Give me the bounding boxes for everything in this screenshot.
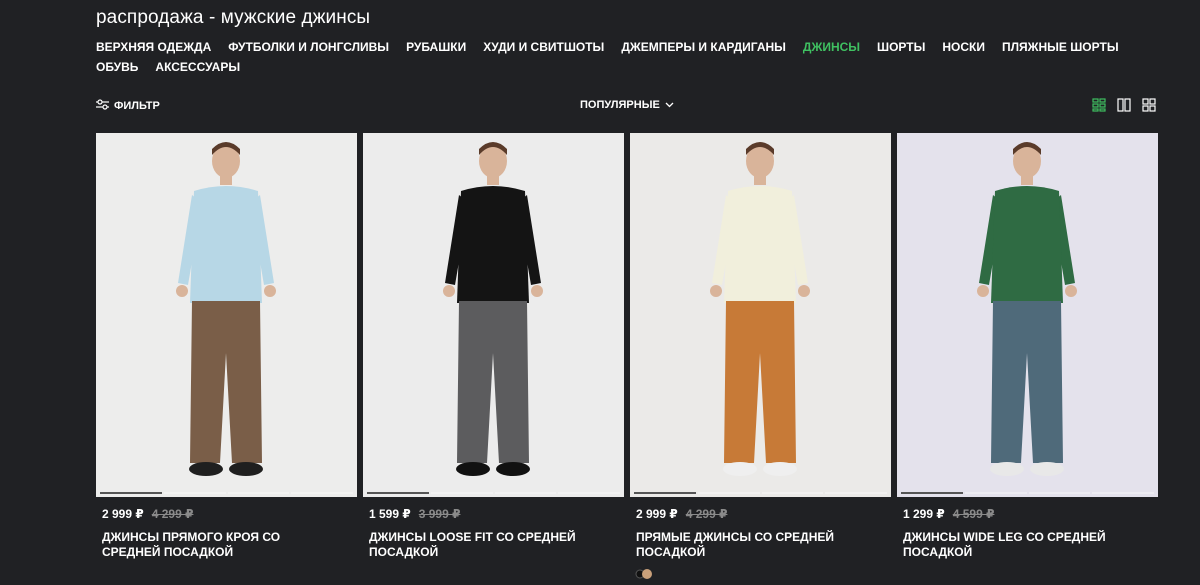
model-shoe-right (229, 462, 263, 476)
chevron-down-icon (665, 99, 674, 111)
photo-slide-indicator (901, 492, 1154, 494)
slide-bar (163, 492, 226, 494)
product-grid: 2 999 ₽ 4 299 ₽ ДЖИНСЫ ПРЯМОГО КРОЯ СО СРЕ… (96, 133, 1158, 560)
product-photo[interactable] (630, 133, 891, 497)
product-photo[interactable] (96, 133, 357, 497)
model-neck (487, 175, 499, 185)
model-shoe-left (456, 462, 490, 476)
pager-dot-active (642, 569, 652, 579)
model-shoe-right (1030, 462, 1064, 476)
page-title: распродажа - мужские джинсы (96, 7, 371, 28)
slide-bar (100, 492, 162, 494)
model-neck (220, 175, 232, 185)
sliders-icon (96, 99, 109, 113)
category-link[interactable]: ХУДИ И СВИТШОТЫ (483, 40, 604, 54)
model-illustration (363, 133, 624, 497)
slide-bar (558, 492, 620, 494)
filter-button[interactable]: ФИЛЬТР (96, 99, 160, 113)
current-price: 2 999 ₽ (102, 507, 144, 521)
category-link[interactable]: ДЖЕМПЕРЫ И КАРДИГАНЫ (621, 40, 786, 54)
model-shoe-left (723, 462, 757, 476)
product-card[interactable]: 1 299 ₽ 4 599 ₽ ДЖИНСЫ WIDE LEG СО СРЕДНЕЙ… (897, 133, 1158, 560)
slide-bar (227, 492, 290, 494)
photo-slide-indicator (367, 492, 620, 494)
slide-bar (291, 492, 353, 494)
product-name[interactable]: ДЖИНСЫ WIDE LEG СО СРЕДНЕЙ ПОСАДКОЙ (897, 530, 1142, 560)
category-link[interactable]: ФУТБОЛКИ И ЛОНГСЛИВЫ (228, 40, 389, 54)
model-shoe-left (990, 462, 1024, 476)
current-price: 1 599 ₽ (369, 507, 411, 521)
model-hand-right (798, 285, 810, 297)
current-price: 2 999 ₽ (636, 507, 678, 521)
slide-bar (430, 492, 493, 494)
price-row: 2 999 ₽ 4 299 ₽ (630, 507, 891, 521)
grid-small-icon[interactable] (1142, 98, 1156, 112)
category-nav: ВЕРХНЯЯ ОДЕЖДА ФУТБОЛКИ И ЛОНГСЛИВЫ РУБАШК… (96, 40, 1156, 74)
model-top (991, 186, 1063, 303)
product-card[interactable]: 2 999 ₽ 4 299 ₽ ПРЯМЫЕ ДЖИНСЫ СО СРЕДНЕЙ П… (630, 133, 891, 560)
model-neck (1021, 175, 1033, 185)
category-link[interactable]: ПЛЯЖНЫЕ ШОРТЫ (1002, 40, 1119, 54)
model-top (190, 186, 262, 303)
slide-bar (494, 492, 557, 494)
model-hand-left (443, 285, 455, 297)
product-card[interactable]: 2 999 ₽ 4 299 ₽ ДЖИНСЫ ПРЯМОГО КРОЯ СО СРЕ… (96, 133, 357, 560)
slide-bar (964, 492, 1027, 494)
carousel-pager (635, 567, 653, 579)
model-neck (754, 175, 766, 185)
current-price: 1 299 ₽ (903, 507, 945, 521)
slide-bar (367, 492, 429, 494)
product-card[interactable]: 1 599 ₽ 3 999 ₽ ДЖИНСЫ LOOSE FIT СО СРЕДНЕ… (363, 133, 624, 560)
model-illustration (897, 133, 1158, 497)
view-switch (1092, 98, 1156, 112)
model-hand-left (977, 285, 989, 297)
slide-bar (1028, 492, 1091, 494)
old-price: 4 299 ₽ (685, 507, 728, 521)
old-price: 3 999 ₽ (418, 507, 461, 521)
filter-label: ФИЛЬТР (114, 100, 160, 112)
category-link[interactable]: ОБУВЬ (96, 60, 138, 74)
model-hand-right (1065, 285, 1077, 297)
category-link[interactable]: ДЖИНСЫ (803, 40, 860, 54)
category-link[interactable]: РУБАШКИ (406, 40, 466, 54)
model-shoe-left (189, 462, 223, 476)
model-illustration (96, 133, 357, 497)
old-price: 4 299 ₽ (151, 507, 194, 521)
model-illustration (630, 133, 891, 497)
model-hand-left (710, 285, 722, 297)
product-name[interactable]: ПРЯМЫЕ ДЖИНСЫ СО СРЕДНЕЙ ПОСАДКОЙ (630, 530, 875, 560)
slide-bar (697, 492, 760, 494)
product-photo[interactable] (897, 133, 1158, 497)
photo-slide-indicator (100, 492, 353, 494)
category-link[interactable]: НОСКИ (942, 40, 985, 54)
slide-bar (901, 492, 963, 494)
slide-bar (1092, 492, 1154, 494)
old-price: 4 599 ₽ (952, 507, 995, 521)
sort-label: ПОПУЛЯРНЫЕ (580, 99, 660, 111)
slide-bar (761, 492, 824, 494)
grid-4-icon[interactable] (1092, 98, 1106, 112)
photo-slide-indicator (634, 492, 887, 494)
model-top (724, 186, 796, 303)
slide-bar (634, 492, 696, 494)
sort-dropdown[interactable]: ПОПУЛЯРНЫЕ (580, 99, 674, 111)
toolbar: ФИЛЬТР ПОПУЛЯРНЫЕ (96, 98, 1156, 117)
product-name[interactable]: ДЖИНСЫ ПРЯМОГО КРОЯ СО СРЕДНЕЙ ПОСАДКОЙ (96, 530, 341, 560)
model-hand-left (176, 285, 188, 297)
product-photo[interactable] (363, 133, 624, 497)
category-link[interactable]: ШОРТЫ (877, 40, 925, 54)
slide-bar (825, 492, 887, 494)
price-row: 1 599 ₽ 3 999 ₽ (363, 507, 624, 521)
model-top (457, 186, 529, 303)
product-name[interactable]: ДЖИНСЫ LOOSE FIT СО СРЕДНЕЙ ПОСАДКОЙ (363, 530, 608, 560)
price-row: 2 999 ₽ 4 299 ₽ (96, 507, 357, 521)
grid-2-icon[interactable] (1117, 98, 1131, 112)
model-shoe-right (763, 462, 797, 476)
model-hand-right (264, 285, 276, 297)
model-hand-right (531, 285, 543, 297)
category-link[interactable]: АКСЕССУАРЫ (155, 60, 240, 74)
price-row: 1 299 ₽ 4 599 ₽ (897, 507, 1158, 521)
category-link[interactable]: ВЕРХНЯЯ ОДЕЖДА (96, 40, 211, 54)
model-shoe-right (496, 462, 530, 476)
